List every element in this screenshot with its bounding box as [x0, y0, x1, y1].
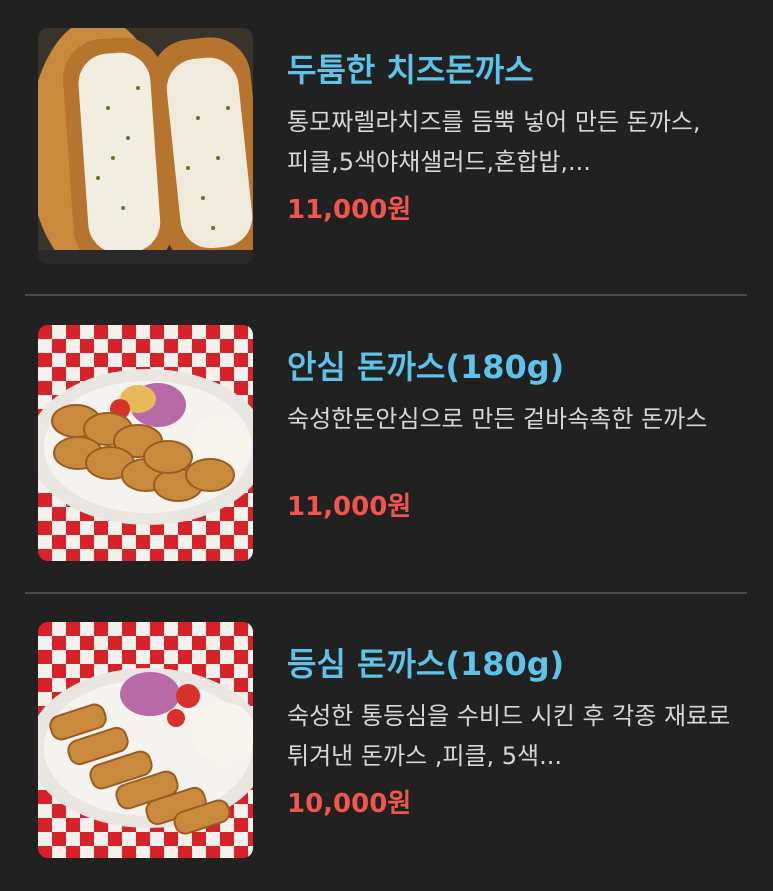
menu-item-tenderloin-tonkatsu[interactable]: 안심 돈까스(180g) 숙성한돈안심으로 만든 겉바속촉한 돈까스 11,00… — [0, 297, 773, 594]
sirloin-tonkatsu-photo[interactable] — [38, 622, 253, 858]
menu-item-price: 10,000원 — [287, 789, 412, 819]
menu-item-name: 안심 돈까스(180g) — [287, 348, 565, 386]
menu-item-name: 두툼한 치즈돈까스 — [287, 51, 534, 89]
menu-item-sirloin-tonkatsu[interactable]: 등심 돈까스(180g) 숙성한 통등심을 수비드 시킨 후 각종 재료로 튀겨… — [0, 594, 773, 891]
divider — [25, 294, 747, 296]
menu-item-name: 등심 돈까스(180g) — [287, 645, 565, 683]
menu-item-description: 통모짜렐라치즈를 듬뿍 넣어 만든 돈까스,피클,5색야채샐러드,혼합밥,... — [287, 108, 701, 176]
menu-item-price: 11,000원 — [287, 492, 412, 522]
cheese-tonkatsu-photo[interactable] — [38, 28, 253, 264]
tenderloin-tonkatsu-photo[interactable] — [38, 325, 253, 561]
menu-item-description: 숙성한돈안심으로 만든 겉바속촉한 돈까스 — [287, 405, 708, 433]
menu-item-cheese-tonkatsu[interactable]: 두툼한 치즈돈까스 통모짜렐라치즈를 듬뿍 넣어 만든 돈까스,피클,5색야채샐… — [0, 0, 773, 297]
menu-list: 두툼한 치즈돈까스 통모짜렐라치즈를 듬뿍 넣어 만든 돈까스,피클,5색야채샐… — [0, 0, 773, 888]
menu-item-price: 11,000원 — [287, 195, 412, 225]
menu-item-description: 숙성한 통등심을 수비드 시킨 후 각종 재료로 튀겨낸 돈까스 ,피클, 5색… — [287, 702, 731, 770]
